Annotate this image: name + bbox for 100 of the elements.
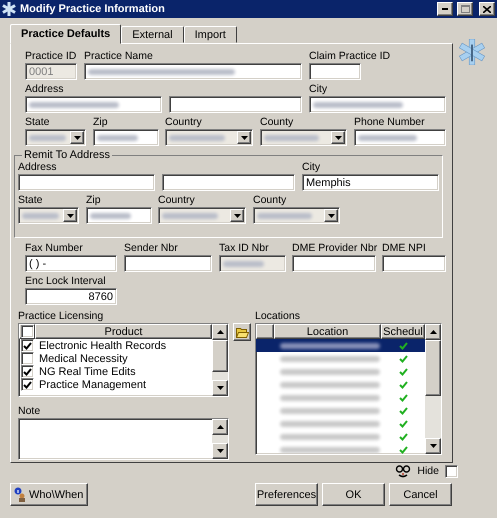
check-mark-icon bbox=[22, 342, 32, 350]
folder-icon bbox=[236, 326, 248, 338]
input-field[interactable]: Memphis bbox=[302, 174, 439, 191]
field-label: Claim Practice ID bbox=[309, 50, 390, 63]
redacted-value bbox=[22, 212, 60, 218]
redacted-value bbox=[358, 134, 417, 140]
dialog-button[interactable]: Cancel bbox=[389, 483, 452, 506]
down-arrow-icon bbox=[328, 214, 334, 218]
down-arrow-icon bbox=[74, 136, 80, 140]
redacted-value bbox=[169, 134, 225, 140]
up-arrow-icon bbox=[216, 425, 224, 429]
redacted-value bbox=[29, 134, 66, 140]
redacted-value bbox=[90, 212, 131, 218]
input-field[interactable] bbox=[382, 255, 446, 272]
field-label: Practice Name bbox=[84, 50, 153, 63]
section-label: Locations bbox=[255, 310, 300, 323]
input-field[interactable] bbox=[169, 96, 302, 113]
minimize-button[interactable] bbox=[437, 2, 453, 16]
input-field[interactable] bbox=[93, 129, 159, 146]
star-of-life-icon bbox=[2, 2, 16, 16]
who-when-button[interactable]: Who\When bbox=[10, 483, 88, 506]
input-field[interactable] bbox=[18, 174, 155, 191]
field-label: DME NPI bbox=[382, 242, 426, 255]
tab[interactable]: Import bbox=[184, 26, 237, 43]
close-button[interactable] bbox=[479, 2, 495, 16]
field-label: State bbox=[18, 194, 43, 207]
checkbox[interactable] bbox=[20, 325, 34, 338]
product-name: NG Real Time Edits bbox=[39, 366, 136, 378]
field-label: Country bbox=[158, 194, 195, 207]
down-arrow-icon bbox=[216, 386, 224, 390]
input-field[interactable] bbox=[354, 129, 446, 146]
window-title: Modify Practice Information bbox=[20, 3, 166, 15]
down-arrow-icon bbox=[216, 449, 224, 453]
input-field[interactable] bbox=[292, 255, 376, 272]
field-label: State bbox=[25, 116, 50, 129]
input-field[interactable]: ( ) - bbox=[25, 255, 117, 272]
down-arrow-icon bbox=[430, 444, 436, 448]
checkbox[interactable] bbox=[20, 339, 34, 352]
maximize-icon bbox=[460, 5, 470, 13]
redacted-value bbox=[264, 134, 320, 140]
down-arrow-icon bbox=[234, 214, 240, 218]
input-field[interactable] bbox=[25, 96, 162, 113]
field-label: Address bbox=[25, 83, 64, 96]
field-label: Fax Number bbox=[25, 242, 83, 255]
field-label: Phone Number bbox=[354, 116, 425, 129]
field-label: Zip bbox=[86, 194, 101, 207]
column-header[interactable]: Schedul bbox=[381, 324, 425, 339]
down-arrow-icon bbox=[240, 136, 248, 140]
input-field[interactable] bbox=[309, 63, 361, 80]
field-label: Country bbox=[165, 116, 202, 129]
scrollbar[interactable] bbox=[212, 324, 228, 396]
group-title: Remit To Address bbox=[23, 149, 112, 161]
redacted-value bbox=[223, 260, 264, 266]
down-arrow-icon bbox=[334, 136, 342, 140]
minimize-icon bbox=[442, 8, 448, 10]
product-name: Practice Management bbox=[39, 378, 146, 390]
field-label: Address bbox=[18, 161, 57, 174]
checkbox[interactable] bbox=[20, 365, 34, 378]
disguise-glasses-icon bbox=[395, 464, 412, 478]
up-arrow-icon bbox=[430, 330, 436, 334]
checkbox[interactable] bbox=[20, 378, 34, 391]
column-header[interactable]: Product bbox=[35, 324, 212, 339]
scrollbar[interactable] bbox=[425, 324, 441, 454]
section-label: Practice Licensing bbox=[18, 310, 104, 323]
open-folder-button[interactable] bbox=[233, 323, 251, 341]
redacted-value bbox=[162, 212, 218, 218]
location-row[interactable] bbox=[256, 339, 425, 352]
redacted-value bbox=[257, 212, 312, 218]
input-field[interactable] bbox=[86, 207, 152, 224]
product-name: Medical Necessity bbox=[39, 352, 128, 364]
field-label: City bbox=[309, 83, 328, 96]
down-arrow-icon bbox=[66, 214, 74, 218]
info-person-icon bbox=[14, 487, 27, 502]
redacted-value bbox=[97, 134, 138, 140]
close-icon bbox=[483, 6, 491, 12]
field-label: Zip bbox=[93, 116, 108, 129]
input-field[interactable] bbox=[309, 96, 446, 113]
note-field[interactable] bbox=[18, 418, 229, 460]
field-label: County bbox=[260, 116, 294, 129]
checkbox[interactable] bbox=[20, 352, 34, 365]
input-field[interactable] bbox=[84, 63, 302, 80]
field-label: Tax ID Nbr bbox=[219, 242, 269, 255]
column-header[interactable]: Location bbox=[274, 324, 381, 339]
field-label: Practice ID bbox=[25, 50, 76, 63]
field-label: City bbox=[302, 161, 320, 174]
product-name: Electronic Health Records bbox=[39, 340, 166, 352]
dialog-button[interactable]: Preferences bbox=[255, 483, 318, 506]
hide-checkbox[interactable] bbox=[445, 464, 458, 478]
input-field[interactable] bbox=[162, 174, 295, 191]
input-field[interactable] bbox=[124, 255, 212, 272]
maximize-button[interactable] bbox=[457, 2, 473, 16]
dialog-button[interactable]: OK bbox=[322, 483, 385, 506]
input-field[interactable]: 8760 bbox=[25, 288, 117, 305]
star-of-life-icon bbox=[459, 39, 485, 65]
scrollbar[interactable] bbox=[212, 419, 228, 459]
field-label: DME Provider Nbr bbox=[292, 242, 378, 255]
tab[interactable]: Practice Defaults bbox=[10, 24, 122, 44]
tab[interactable]: External bbox=[121, 26, 184, 43]
field-label: County bbox=[253, 194, 286, 207]
hide-label: Hide bbox=[417, 464, 439, 478]
